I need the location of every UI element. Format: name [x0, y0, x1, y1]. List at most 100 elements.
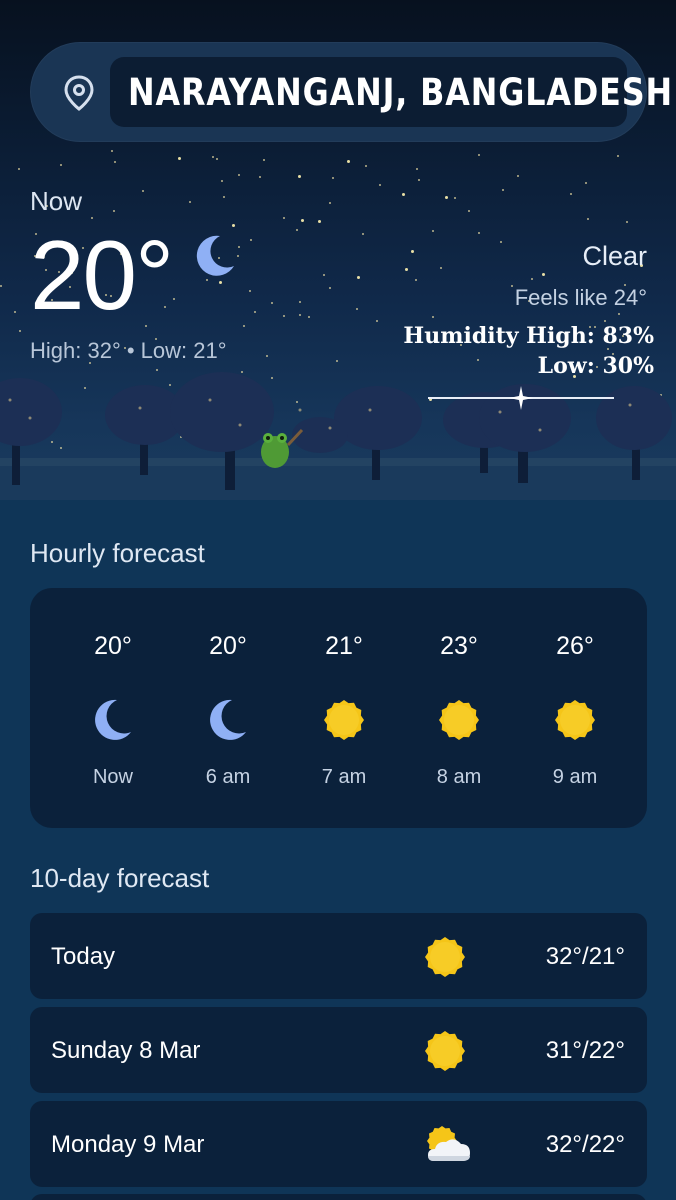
hourly-time-label: Now: [92, 766, 133, 788]
star: [570, 193, 572, 195]
star: [318, 220, 321, 223]
hourly-temp: 20°: [94, 632, 132, 660]
star: [283, 217, 285, 219]
daily-row[interactable]: Today 32°/21°: [30, 913, 647, 999]
star: [626, 221, 628, 223]
hourly-time-label: 8 am: [436, 766, 482, 788]
star: [113, 210, 115, 212]
star: [332, 177, 334, 179]
star: [238, 174, 240, 176]
star: [60, 164, 62, 166]
hourly-temp: 21°: [325, 632, 363, 660]
star: [432, 230, 434, 232]
location-field[interactable]: NARAYANGANJ, BANGLADESH: [110, 57, 672, 127]
moon-icon: [196, 235, 234, 276]
star: [478, 232, 480, 234]
daily-row[interactable]: Monday 9 Mar 32°/22°: [30, 1101, 647, 1187]
star: [298, 175, 301, 178]
star: [362, 233, 364, 235]
star: [411, 250, 414, 253]
star: [271, 302, 273, 304]
star: [618, 313, 620, 315]
star: [114, 161, 116, 163]
moon-icon: [93, 698, 133, 742]
partly-cloudy-icon: [424, 1123, 474, 1167]
current-label: Now: [30, 186, 83, 216]
hourly-temp: 20°: [209, 632, 247, 660]
star: [357, 276, 360, 279]
star: [468, 210, 470, 212]
star: [14, 311, 16, 313]
hourly-item[interactable]: 26° 9 am: [517, 588, 633, 828]
star: [329, 202, 331, 204]
hourly-forecast-card[interactable]: 20° Now 20° 6 am 21° 7 am 23° 8 am 26° 9 am: [30, 588, 647, 828]
hourly-item[interactable]: 23° 8 am: [401, 588, 517, 828]
star: [415, 279, 417, 281]
star: [299, 314, 301, 316]
night-scene-illustration: [0, 372, 676, 500]
daily-day-name: Monday 9 Mar: [51, 1131, 205, 1158]
hourly-item[interactable]: 20° Now: [55, 588, 171, 828]
star: [18, 168, 20, 170]
star: [478, 154, 480, 156]
sun-icon: [424, 1029, 474, 1073]
location-pin-icon[interactable]: [64, 75, 94, 111]
star: [500, 241, 502, 243]
star: [283, 315, 285, 317]
sun-icon: [439, 698, 479, 742]
hourly-item[interactable]: 21° 7 am: [286, 588, 402, 828]
star: [221, 180, 223, 182]
star: [517, 175, 519, 177]
star: [223, 196, 225, 198]
hourly-item[interactable]: 20° 6 am: [170, 588, 286, 828]
sparkle-icon: [509, 386, 533, 410]
sun-icon: [424, 935, 474, 979]
star: [416, 168, 418, 170]
condition-text: Clear: [582, 241, 647, 271]
star: [587, 218, 589, 220]
daily-day-name: Today: [51, 943, 116, 970]
star: [432, 316, 434, 318]
star: [0, 285, 2, 287]
star: [249, 290, 251, 292]
current-weather-hero: NARAYANGANJ, BANGLADESH Now 20° High: 32…: [0, 0, 676, 500]
star: [531, 278, 533, 280]
daily-day-name: Sunday 8 Mar: [51, 1037, 201, 1064]
star: [212, 156, 214, 158]
hourly-temp: 23°: [440, 632, 478, 660]
star: [356, 308, 358, 310]
hourly-time-label: 7 am: [321, 766, 367, 788]
daily-row-partial[interactable]: [30, 1194, 647, 1200]
star: [418, 179, 420, 181]
star: [617, 155, 619, 157]
star: [329, 287, 331, 289]
star: [111, 150, 113, 152]
hourly-time-label: 6 am: [205, 766, 251, 788]
star: [216, 158, 218, 160]
star: [454, 197, 456, 199]
star: [142, 190, 144, 192]
star: [440, 267, 442, 269]
daily-row[interactable]: Sunday 8 Mar 31°/22°: [30, 1007, 647, 1093]
location-name: NARAYANGANJ, BANGLADESH: [128, 70, 673, 114]
star: [173, 298, 175, 300]
humidity-text: Humidity High: 83% Low: 30%: [403, 321, 654, 381]
star: [365, 165, 367, 167]
star: [296, 229, 298, 231]
feels-like-text: Feels like 24°: [514, 285, 647, 310]
star: [445, 196, 448, 199]
daily-temps: 31°/22°: [545, 1037, 625, 1064]
star: [402, 193, 405, 196]
star: [301, 219, 304, 222]
star: [219, 281, 222, 284]
star: [376, 320, 378, 322]
star: [511, 285, 513, 287]
star: [299, 301, 301, 303]
current-temperature: 20°: [30, 220, 174, 330]
star: [238, 246, 240, 248]
star: [405, 268, 408, 271]
star: [250, 239, 252, 241]
star: [254, 311, 256, 313]
hourly-temp: 26°: [556, 632, 594, 660]
star: [189, 201, 191, 203]
